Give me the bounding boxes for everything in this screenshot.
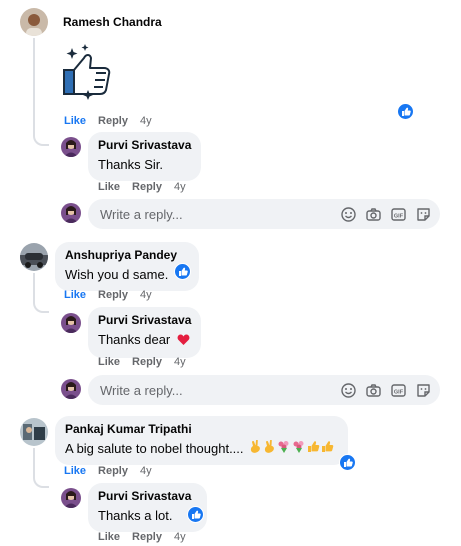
timestamp[interactable]: 4y bbox=[140, 115, 152, 127]
sticker-icon[interactable] bbox=[415, 382, 432, 399]
avatar[interactable] bbox=[61, 313, 81, 333]
reply-author[interactable]: Purvi Srivastava bbox=[98, 489, 191, 503]
reply-actions: Like Reply 4y bbox=[98, 531, 198, 543]
reply-input[interactable]: Write a reply... GIF bbox=[88, 375, 440, 405]
reply-button[interactable]: Reply bbox=[132, 531, 162, 543]
gif-icon[interactable]: GIF bbox=[390, 206, 407, 223]
gif-icon[interactable]: GIF bbox=[390, 382, 407, 399]
like-reaction-icon[interactable] bbox=[339, 454, 356, 471]
comment-actions: Like Reply 4y bbox=[64, 289, 164, 301]
like-button[interactable]: Like bbox=[64, 289, 86, 301]
comment-actions: Like Reply 4y bbox=[64, 465, 164, 477]
reply-tools: GIF bbox=[340, 206, 432, 223]
reply-bubble: Purvi Srivastava Thanks dear bbox=[88, 307, 202, 358]
like-button[interactable]: Like bbox=[64, 115, 86, 127]
thumbs-up-emoji bbox=[321, 440, 334, 458]
avatar[interactable] bbox=[20, 418, 48, 446]
thread-line bbox=[33, 448, 35, 474]
svg-text:GIF: GIF bbox=[394, 214, 404, 220]
timestamp[interactable]: 4y bbox=[140, 465, 152, 477]
camera-icon[interactable] bbox=[365, 382, 382, 399]
reply-placeholder: Write a reply... bbox=[100, 207, 183, 222]
comment-actions: Like Reply 4y bbox=[64, 115, 164, 127]
like-reaction-icon[interactable] bbox=[187, 506, 204, 523]
thread-connector bbox=[33, 474, 49, 488]
emoji-group bbox=[249, 439, 334, 458]
reply-button[interactable]: Reply bbox=[132, 356, 162, 368]
smile-icon[interactable] bbox=[340, 382, 357, 399]
comment-text: A big salute to nobel thought.... bbox=[65, 441, 244, 457]
victory-hand-emoji bbox=[263, 439, 276, 458]
thumbs-up-sticker bbox=[58, 42, 120, 100]
svg-text:GIF: GIF bbox=[394, 390, 404, 396]
reply-actions: Like Reply 4y bbox=[98, 356, 198, 368]
like-button[interactable]: Like bbox=[98, 181, 120, 193]
avatar[interactable] bbox=[61, 137, 81, 157]
reply-author[interactable]: Purvi Srivastava bbox=[98, 313, 191, 327]
reply-tools: GIF bbox=[340, 382, 432, 399]
like-button[interactable]: Like bbox=[64, 465, 86, 477]
reply-text: Thanks dear bbox=[98, 332, 171, 347]
victory-hand-emoji bbox=[249, 439, 262, 458]
comment-text: Wish you d same. bbox=[65, 267, 169, 282]
reply-button[interactable]: Reply bbox=[98, 115, 128, 127]
timestamp[interactable]: 4y bbox=[174, 356, 186, 368]
timestamp[interactable]: 4y bbox=[174, 181, 186, 193]
avatar[interactable] bbox=[61, 203, 81, 223]
like-reaction-icon[interactable] bbox=[174, 263, 191, 280]
like-button[interactable]: Like bbox=[98, 356, 120, 368]
thread-line bbox=[33, 38, 35, 132]
camera-icon[interactable] bbox=[365, 206, 382, 223]
avatar[interactable] bbox=[61, 488, 81, 508]
comment-author[interactable]: Pankaj Kumar Tripathi bbox=[65, 422, 334, 436]
thread-connector bbox=[33, 299, 49, 313]
reply-bubble: Purvi Srivastava Thanks Sir. bbox=[88, 132, 202, 181]
bouquet-emoji bbox=[292, 440, 306, 458]
reply-actions: Like Reply 4y bbox=[98, 181, 198, 193]
reply-button[interactable]: Reply bbox=[98, 465, 128, 477]
reply-text: Thanks Sir. bbox=[98, 157, 164, 172]
smile-icon[interactable] bbox=[340, 206, 357, 223]
thread-connector bbox=[33, 132, 49, 146]
comment-bubble: Pankaj Kumar Tripathi A big salute to no… bbox=[55, 416, 348, 466]
avatar[interactable] bbox=[20, 243, 48, 271]
reply-placeholder: Write a reply... bbox=[100, 383, 183, 398]
reply-author[interactable]: Purvi Srivastava bbox=[98, 138, 191, 152]
like-button[interactable]: Like bbox=[98, 531, 120, 543]
comment-author[interactable]: Ramesh Chandra bbox=[63, 15, 162, 29]
reply-input[interactable]: Write a reply... GIF bbox=[88, 199, 440, 229]
reply-button[interactable]: Reply bbox=[132, 181, 162, 193]
reply-text: Thanks a lot. bbox=[98, 508, 173, 523]
heart-emoji bbox=[177, 333, 190, 351]
timestamp[interactable]: 4y bbox=[174, 531, 186, 543]
sticker-icon[interactable] bbox=[415, 206, 432, 223]
comment-author[interactable]: Anshupriya Pandey bbox=[65, 248, 177, 262]
thumbs-up-emoji bbox=[307, 440, 320, 458]
like-reaction-icon[interactable] bbox=[397, 103, 414, 120]
bouquet-emoji bbox=[277, 440, 291, 458]
avatar[interactable] bbox=[20, 8, 48, 36]
avatar[interactable] bbox=[61, 379, 81, 399]
timestamp[interactable]: 4y bbox=[140, 289, 152, 301]
reply-button[interactable]: Reply bbox=[98, 289, 128, 301]
thread-line bbox=[33, 273, 35, 299]
